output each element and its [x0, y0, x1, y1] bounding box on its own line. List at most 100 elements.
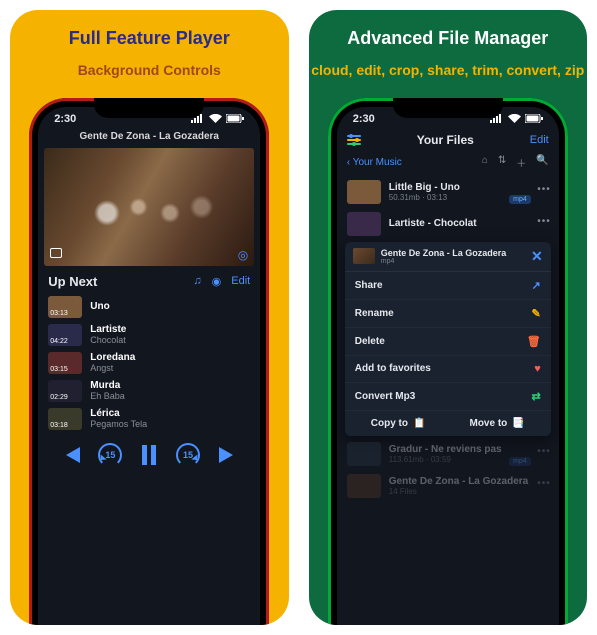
prev-button[interactable]: [62, 447, 80, 463]
ctx-item-add-to-favorites[interactable]: Add to favorites♥: [345, 356, 551, 383]
track-row[interactable]: 03:13Uno: [38, 293, 260, 321]
file-row[interactable]: Little Big - Uno50.31mb · 03:13 mp4 •••: [337, 176, 559, 208]
airplay-icon[interactable]: ◎: [238, 248, 248, 262]
status-time: 2:30: [54, 113, 76, 125]
right-phone: 2:30 Your Files Edit ‹ Your Music ⌂ ⇅ ＋: [328, 98, 568, 625]
status-icons: [490, 114, 543, 123]
file-sub: 50.31mb · 03:13: [389, 193, 460, 202]
file-title: Gradur - Ne reviens pas: [389, 444, 502, 455]
ctx-item-icon: ✎: [532, 307, 541, 320]
status-icons: [191, 114, 244, 123]
more-icon[interactable]: •••: [537, 216, 551, 227]
file-row[interactable]: Lartiste - Chocolat•••: [337, 208, 559, 240]
move-to-button[interactable]: Move to📑: [469, 418, 524, 429]
file-title: Gente De Zona - La Gozadera: [389, 476, 528, 487]
ctx-thumb: [353, 248, 375, 264]
ctx-item-label: Share: [355, 280, 383, 291]
more-icon[interactable]: •••: [537, 184, 551, 195]
track-row[interactable]: 04:22LartisteChocolat: [38, 321, 260, 349]
move-icon: 📑: [512, 418, 524, 429]
skip-fwd-button[interactable]: 15: [176, 443, 200, 467]
left-panel: Full Feature Player Background Controls …: [10, 10, 289, 625]
ctx-type: mp4: [381, 258, 507, 265]
battery-icon: [226, 114, 244, 123]
ctx-title: Gente De Zona - La Gozadera: [381, 248, 507, 258]
player-controls: 15 15: [38, 433, 260, 467]
breadcrumb[interactable]: ‹ Your Music: [347, 157, 402, 168]
ctx-item-icon: 🗑: [527, 335, 541, 348]
file-sub: 14 Files: [389, 487, 528, 496]
file-title: Little Big - Uno: [389, 182, 460, 193]
ctx-header: Gente De Zona - La Gozaderamp4 ✕: [345, 242, 551, 272]
sort-icon[interactable]: ⇅: [498, 155, 506, 170]
file-row[interactable]: Gente De Zona - La Gozadera14 Files •••: [337, 470, 559, 502]
track-row[interactable]: 03:18LéricaPegamos Tela: [38, 405, 260, 433]
files-header: Your Files Edit: [337, 127, 559, 153]
next-button[interactable]: [219, 447, 237, 463]
ctx-item-rename[interactable]: Rename ✎: [345, 300, 551, 328]
pause-button[interactable]: [141, 445, 157, 465]
up-next-header: Up Next ♫ ◉ Edit: [38, 266, 260, 293]
ctx-item-delete[interactable]: Delete 🗑: [345, 328, 551, 356]
shuffle-icon[interactable]: ♫: [193, 275, 201, 287]
track-thumb: 04:22: [48, 324, 82, 346]
settings-icon[interactable]: [347, 133, 361, 147]
file-thumb: [347, 212, 381, 236]
file-row[interactable]: Gradur - Ne reviens pas113.61mb · 03:59 m…: [337, 438, 559, 470]
more-icon[interactable]: •••: [537, 446, 551, 457]
ctx-item-label: Convert Mp3: [355, 391, 416, 402]
up-next-label: Up Next: [48, 274, 97, 289]
now-playing-title: Gente De Zona - La Gozadera: [38, 127, 260, 148]
ctx-item-label: Delete: [355, 336, 385, 347]
file-list-bottom: Gradur - Ne reviens pas113.61mb · 03:59 m…: [337, 438, 559, 502]
track-thumb: 03:15: [48, 352, 82, 374]
ctx-item-share[interactable]: Share ↗: [345, 272, 551, 300]
file-thumb: [347, 442, 381, 466]
wifi-icon: [209, 114, 222, 123]
track-title: Loredana: [90, 352, 135, 363]
more-icon[interactable]: •••: [537, 478, 551, 489]
ctx-item-icon: ↗: [532, 279, 541, 292]
fullscreen-icon[interactable]: [50, 248, 62, 258]
left-subline: Background Controls: [78, 61, 221, 80]
edit-button[interactable]: Edit: [231, 275, 250, 287]
track-artist: Angst: [90, 363, 135, 373]
file-thumb: [347, 474, 381, 498]
file-list-top: Little Big - Uno50.31mb · 03:13mp4•••Lar…: [337, 176, 559, 240]
player-screen: 2:30 Gente De Zona - La Gozadera ◎ Up Ne…: [38, 107, 260, 625]
file-thumb: [347, 180, 381, 204]
context-menu: Gente De Zona - La Gozaderamp4 ✕ Share ↗ R…: [345, 242, 551, 436]
track-thumb: 02:29: [48, 380, 82, 402]
notch: [393, 98, 503, 118]
track-thumb: 03:18: [48, 408, 82, 430]
breadcrumb-bar: ‹ Your Music ⌂ ⇅ ＋ 🔍: [337, 153, 559, 176]
track-title: Lartiste: [90, 324, 126, 335]
cast-icon[interactable]: ◉: [212, 275, 222, 288]
track-row[interactable]: 02:29MurdaEh Baba: [38, 377, 260, 405]
edit-button[interactable]: Edit: [530, 134, 549, 146]
copy-icon: 📋: [413, 418, 425, 429]
left-phone: 2:30 Gente De Zona - La Gozadera ◎ Up Ne…: [29, 98, 269, 625]
video-area[interactable]: ◎: [44, 148, 254, 266]
right-subline: cloud, edit, crop, share, trim, convert,…: [311, 61, 584, 80]
format-badge: mp4: [509, 457, 531, 466]
skip-back-button[interactable]: 15: [98, 443, 122, 467]
file-sub: 113.61mb · 03:59: [389, 455, 502, 464]
close-icon[interactable]: ✕: [531, 248, 543, 265]
battery-icon: [525, 114, 543, 123]
home-icon[interactable]: ⌂: [482, 155, 488, 170]
files-screen: 2:30 Your Files Edit ‹ Your Music ⌂ ⇅ ＋: [337, 107, 559, 625]
search-icon[interactable]: 🔍: [536, 155, 548, 170]
copy-to-button[interactable]: Copy to📋: [371, 418, 426, 429]
format-badge: mp4: [509, 195, 531, 204]
track-row[interactable]: 03:15 LoredanaAngst: [38, 349, 260, 377]
add-icon[interactable]: ＋: [516, 155, 526, 170]
ctx-item-convert-mp3[interactable]: Convert Mp3⇄: [345, 383, 551, 411]
right-headline: Advanced File Manager: [347, 28, 548, 49]
status-time: 2:30: [353, 113, 375, 125]
right-panel: Advanced File Manager cloud, edit, crop,…: [309, 10, 588, 625]
ctx-footer: Copy to📋 Move to📑: [345, 411, 551, 436]
track-artist: Pegamos Tela: [90, 419, 147, 429]
ctx-item-label: Rename: [355, 308, 394, 319]
track-title: Murda: [90, 380, 125, 391]
